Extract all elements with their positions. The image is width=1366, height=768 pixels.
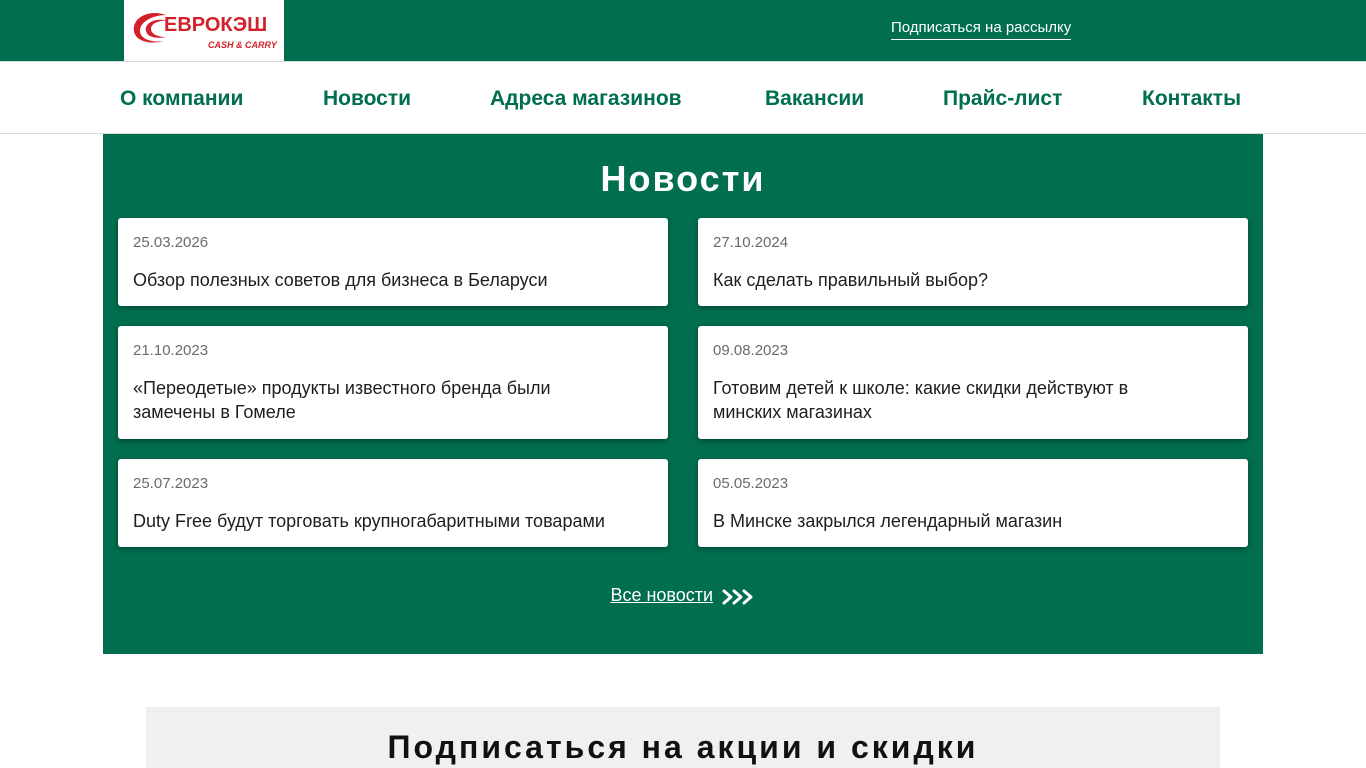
nav-item-about[interactable]: О компании [120,86,243,112]
news-date: 25.07.2023 [133,475,209,492]
news-date: 09.08.2023 [713,342,789,359]
triple-chevron-right-icon[interactable] [722,588,756,606]
news-card[interactable]: 09.08.2023 Готовим детей к школе: какие … [698,326,1248,439]
nav-item-vacancies[interactable]: Вакансии [765,86,864,112]
news-heading: Новости [600,158,766,199]
logo-subtext: CASH & CARRY [208,40,277,50]
nav-item-contacts[interactable]: Контакты [1142,86,1241,112]
news-title[interactable]: Готовим детей к школе: какие скидки дейс… [713,376,1193,424]
news-card[interactable]: 21.10.2023 «Переодетые» продукты известн… [118,326,668,439]
nav-item-news[interactable]: Новости [323,86,411,112]
news-section: Новости 25.03.2026 Обзор полезных совето… [103,134,1263,654]
logo-text: ЕВРОКЭШ [164,14,268,36]
subscribe-section: Подписаться на акции и скидки [146,707,1220,768]
news-card[interactable]: 25.03.2026 Обзор полезных советов для би… [118,218,668,306]
news-title[interactable]: Как сделать правильный выбор? [713,268,1193,292]
top-bar: ЕВРОКЭШ CASH & CARRY Подписаться на расс… [0,0,1366,61]
news-title[interactable]: «Переодетые» продукты известного бренда … [133,376,613,424]
subscribe-newsletter-link[interactable]: Подписаться на рассылку [891,19,1072,40]
news-date: 27.10.2024 [713,234,789,251]
news-title[interactable]: Обзор полезных советов для бизнеса в Бел… [133,268,613,292]
news-card[interactable]: 25.07.2023 Duty Free будут торговать кру… [118,459,668,547]
news-date: 25.03.2026 [133,234,209,251]
news-date: 21.10.2023 [133,342,209,359]
all-news-link[interactable]: Все новости [610,585,713,605]
nav-item-store-addresses[interactable]: Адреса магазинов [490,86,682,112]
nav-item-price-list[interactable]: Прайс-лист [943,86,1062,112]
all-news-container: Все новости [103,584,1263,606]
news-card[interactable]: 05.05.2023 В Минске закрылся легендарный… [698,459,1248,547]
news-date: 05.05.2023 [713,475,789,492]
news-title[interactable]: В Минске закрылся легендарный магазин [713,509,1193,533]
logo[interactable]: ЕВРОКЭШ CASH & CARRY [124,0,284,61]
news-card[interactable]: 27.10.2024 Как сделать правильный выбор? [698,218,1248,306]
main-navigation: О компании Новости Адреса магазинов Вака… [0,61,1366,134]
subscribe-heading: Подписаться на акции и скидки [387,729,979,765]
news-title[interactable]: Duty Free будут торговать крупногабаритн… [133,509,613,533]
